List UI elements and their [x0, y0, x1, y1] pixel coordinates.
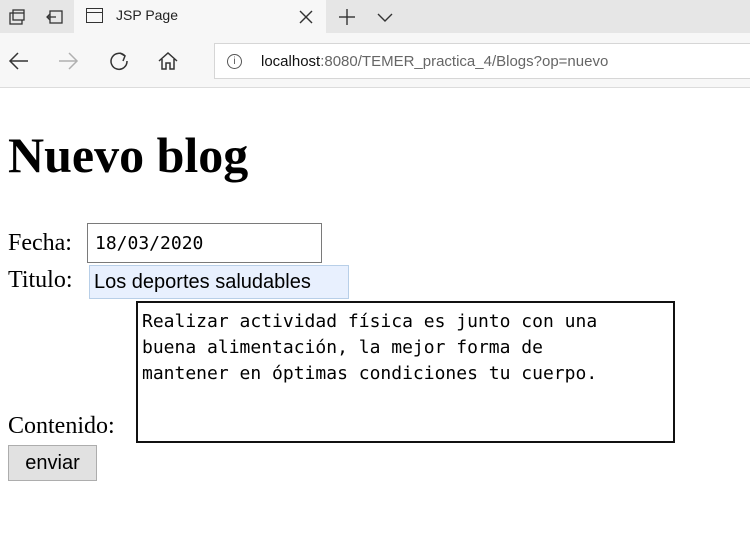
tabs-restore-icon[interactable]	[38, 0, 72, 33]
url-text[interactable]: localhost:8080/TEMER_practica_4/Blogs?op…	[261, 53, 608, 70]
address-bar[interactable]: i localhost:8080/TEMER_practica_4/Blogs?…	[214, 43, 750, 79]
contenido-textarea[interactable]: Realizar actividad física es junto con u…	[136, 301, 675, 443]
fecha-label: Fecha:	[8, 230, 72, 256]
chevron-down-icon[interactable]	[368, 0, 402, 33]
back-arrow-icon[interactable]	[2, 44, 36, 78]
navigation-toolbar: i localhost:8080/TEMER_practica_4/Blogs?…	[0, 33, 750, 88]
forward-arrow-icon[interactable]	[51, 44, 85, 78]
plus-icon[interactable]	[330, 0, 364, 33]
enviar-button[interactable]: enviar	[8, 445, 97, 481]
page-title: Nuevo blog	[8, 127, 249, 183]
info-icon[interactable]: i	[227, 54, 242, 69]
titulo-input[interactable]	[89, 265, 349, 299]
url-host: localhost	[261, 53, 321, 70]
contenido-label: Contenido:	[8, 413, 115, 439]
close-icon[interactable]	[292, 0, 320, 33]
url-path: :8080/TEMER_practica_4/Blogs?op=nuevo	[320, 53, 609, 70]
tab-bar: JSP Page	[0, 0, 750, 33]
tab-title: JSP Page	[116, 7, 179, 23]
refresh-icon[interactable]	[102, 44, 136, 78]
page-icon	[86, 8, 103, 23]
titulo-label: Titulo:	[8, 267, 73, 293]
tab-jsp-page[interactable]: JSP Page	[74, 0, 326, 33]
home-icon[interactable]	[151, 44, 185, 78]
tabs-aside-icon[interactable]	[0, 0, 34, 33]
fecha-input[interactable]	[87, 223, 322, 263]
